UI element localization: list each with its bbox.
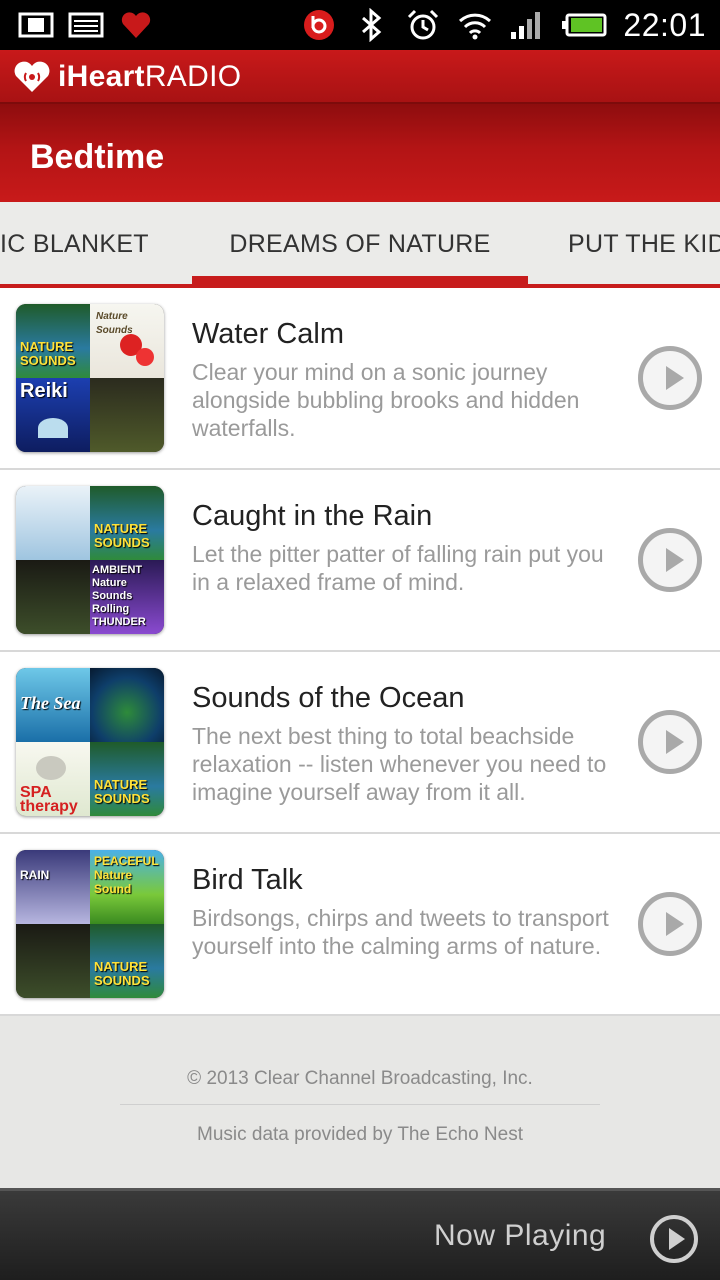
station-thumbnail: NATURE SOUNDS Nature Sounds Reiki [16,304,164,452]
battery-icon [562,13,607,37]
copyright-text: © 2013 Clear Channel Broadcasting, Inc. [187,1068,533,1089]
beats-icon [304,10,335,40]
station-description: Let the pitter patter of falling rain pu… [192,541,604,595]
app-bar: iHeartRADIO [0,50,720,104]
play-button[interactable] [638,528,702,592]
page-title: Bedtime [30,138,165,176]
selected-tab-indicator [192,276,528,284]
station-thumbnail: The Sea SPA therapy NATURE SOUNDS [16,668,164,816]
tab-ic-blanket[interactable]: IC BLANKET [0,230,149,259]
now-playing-play-icon[interactable] [650,1215,698,1263]
footer: © 2013 Clear Channel Broadcasting, Inc. … [0,1016,720,1188]
play-button[interactable] [638,710,702,774]
brand-name-bold: iHeart [58,60,145,93]
tab-dreams-of-nature[interactable]: DREAMS OF NATURE [192,230,528,259]
station-title: Caught in the Rain [192,500,433,532]
station-list: NATURE SOUNDS Nature Sounds Reiki Water … [0,288,720,1016]
iheartradio-logo[interactable]: iHeartRADIO [12,60,241,94]
gallery-icon [68,12,104,38]
station-description: The next best thing to total beachside r… [192,723,607,805]
page-header: Bedtime [0,104,720,202]
brand-name-light: RADIO [144,60,242,93]
film-icon [18,12,54,38]
station-row-sounds-of-the-ocean[interactable]: The Sea SPA therapy NATURE SOUNDS Sounds… [0,652,720,834]
station-description: Clear your mind on a sonic journey along… [192,359,580,441]
station-row-water-calm[interactable]: NATURE SOUNDS Nature Sounds Reiki Water … [0,288,720,470]
data-credit-text[interactable]: Music data provided by The Echo Nest [0,1124,720,1146]
signal-icon [511,12,541,39]
now-playing-bar[interactable]: Now Playing [0,1188,720,1280]
station-row-caught-in-the-rain[interactable]: NATURE SOUNDS AMBIENT Nature Sounds Roll… [0,470,720,652]
station-row-bird-talk[interactable]: RAIN PEACEFUL Nature Sound NATURE SOUNDS… [0,834,720,1016]
station-thumbnail: NATURE SOUNDS AMBIENT Nature Sounds Roll… [16,486,164,634]
iheart-logo-icon [14,61,50,92]
footer-divider [120,1104,600,1105]
station-title: Water Calm [192,318,344,350]
tab-strip: IC BLANKET DREAMS OF NATURE PUT THE KID [0,202,720,288]
alarm-icon [408,9,439,40]
clock: 22:01 [623,6,706,43]
now-playing-label[interactable]: Now Playing [434,1219,606,1253]
status-bar: 22:01 [0,0,720,50]
play-button[interactable] [638,892,702,956]
wifi-icon [459,13,492,40]
bluetooth-icon [362,8,382,42]
station-title: Bird Talk [192,864,303,896]
station-thumbnail: RAIN PEACEFUL Nature Sound NATURE SOUNDS [16,850,164,998]
station-title: Sounds of the Ocean [192,682,465,714]
play-button[interactable] [638,346,702,410]
iheart-notification-icon [121,12,151,38]
tab-put-the-kid[interactable]: PUT THE KID [568,230,720,259]
station-description: Birdsongs, chirps and tweets to transpor… [192,905,609,959]
